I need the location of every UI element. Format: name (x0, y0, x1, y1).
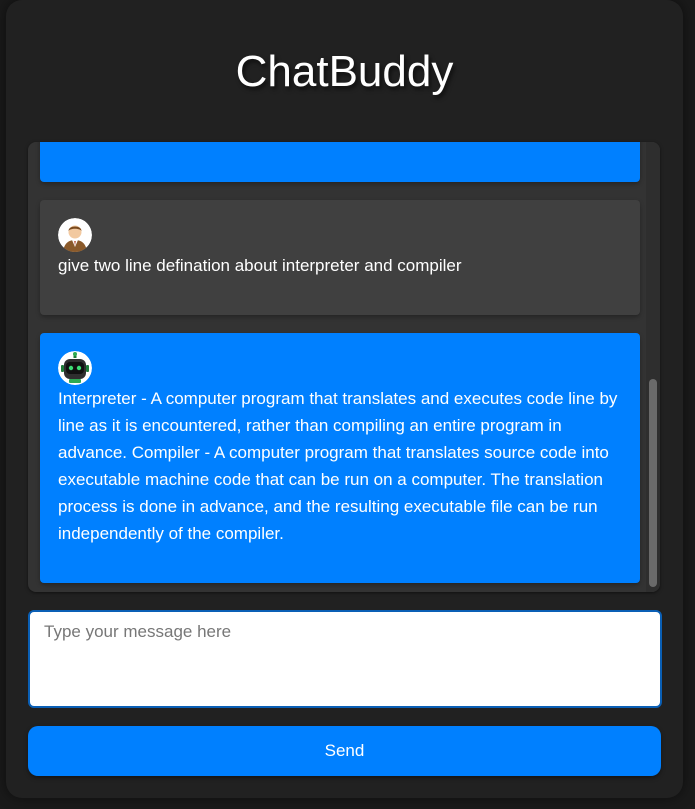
robot-avatar-icon (58, 351, 92, 385)
app-title: ChatBuddy (235, 47, 454, 96)
message-text: give two line defination about interpret… (58, 256, 462, 275)
scrollbar-thumb[interactable] (649, 379, 657, 587)
chat-scrollbar[interactable] (646, 142, 660, 592)
send-button[interactable]: Send (28, 726, 661, 776)
message-input[interactable] (28, 610, 662, 708)
message-text: Interpreter - A computer program that tr… (58, 389, 618, 543)
bot-message (40, 142, 640, 182)
chat-app: ChatBuddy give two line defination about… (6, 0, 683, 798)
user-message: give two line defination about interpret… (40, 200, 640, 315)
bot-message: Interpreter - A computer program that tr… (40, 333, 640, 583)
chat-window[interactable]: give two line defination about interpret… (28, 142, 660, 592)
user-avatar-icon (58, 218, 92, 252)
